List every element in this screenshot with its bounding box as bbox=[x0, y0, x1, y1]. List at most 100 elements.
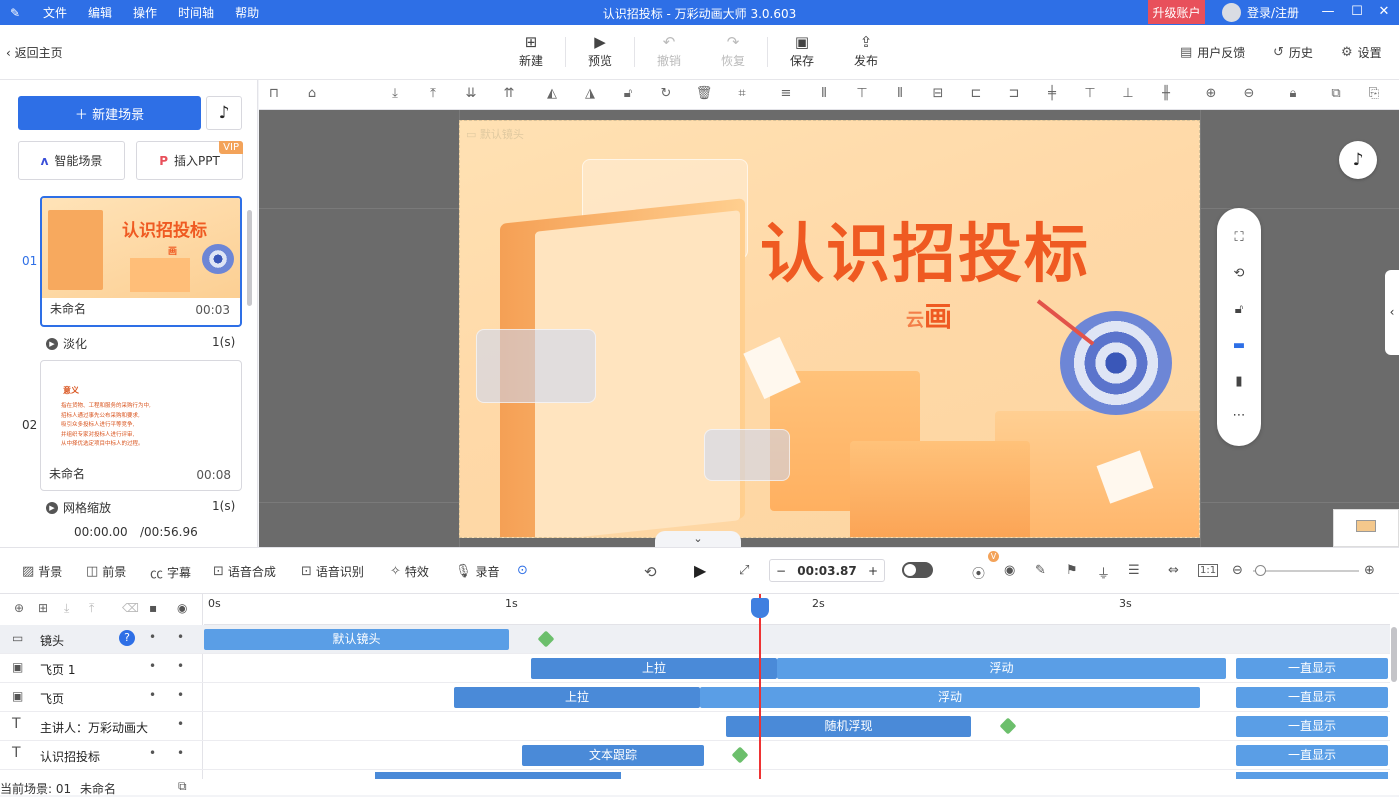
play-icon[interactable]: ▶ bbox=[694, 561, 706, 580]
upgrade-account-button[interactable]: 升级账户 bbox=[1148, 0, 1205, 24]
keyframe-add-icon[interactable] bbox=[731, 746, 749, 764]
signpost-icon[interactable]: ⚑ bbox=[1066, 563, 1078, 578]
visibility-dot[interactable]: • bbox=[177, 659, 184, 673]
help-icon[interactable]: ? bbox=[119, 630, 135, 646]
stage-title[interactable]: 认识招投标 bbox=[760, 203, 1090, 295]
delete-icon[interactable]: ⌫ bbox=[122, 601, 139, 615]
zoom-out-icon[interactable]: ⊖ bbox=[1232, 563, 1243, 578]
zoom-in-icon[interactable]: ⊕ bbox=[1364, 563, 1375, 578]
distribute-v-icon[interactable]: ⊟ bbox=[929, 86, 947, 101]
fit-screen-icon[interactable]: ⛶ bbox=[1217, 230, 1261, 245]
clip-emphasis[interactable]: 浮动 bbox=[700, 687, 1200, 708]
clip-entrance[interactable]: 上拉 bbox=[531, 658, 777, 679]
transition-01[interactable]: ▶ 淡化 bbox=[46, 335, 87, 352]
toggle-switch[interactable] bbox=[902, 562, 933, 578]
align-bottom-icon[interactable]: ⤓ bbox=[386, 86, 404, 101]
zoom-slider[interactable] bbox=[1253, 565, 1359, 576]
align-top-icon[interactable]: ⤒ bbox=[424, 86, 442, 101]
clip-entrance[interactable]: 上拉 bbox=[454, 687, 700, 708]
bring-down-icon[interactable]: ⇊ bbox=[462, 86, 480, 101]
lock-icon[interactable]: 🔓︎ bbox=[619, 86, 637, 101]
insert-ppt-button[interactable]: P 插入PPT VIP bbox=[136, 141, 243, 180]
distribute-h-icon[interactable]: ⫴ bbox=[891, 86, 909, 101]
rotate-icon[interactable]: ↻ bbox=[657, 86, 675, 101]
transition-02[interactable]: ▶ 网格缩放 bbox=[46, 499, 111, 516]
slider-knob[interactable] bbox=[1255, 565, 1266, 576]
replay-icon[interactable]: ⟲ bbox=[644, 563, 657, 581]
align-center-v-icon[interactable]: ⦀ bbox=[815, 86, 833, 101]
align-middle-icon[interactable]: ≡ bbox=[777, 86, 795, 101]
login-button[interactable]: 登录/注册 bbox=[1222, 3, 1299, 22]
record-button[interactable]: 🎙︎ 录音 bbox=[455, 563, 500, 580]
clip-partial[interactable] bbox=[1236, 772, 1388, 779]
edit-icon[interactable]: ✎ bbox=[1035, 563, 1046, 578]
stage[interactable]: ▭ 默认镜头 认识招投标 云画 bbox=[459, 120, 1200, 538]
copy-icon[interactable]: ⧉ bbox=[1327, 86, 1345, 101]
background-button[interactable]: ▨ 背景 bbox=[22, 563, 62, 580]
unlock-icon[interactable]: 🔒︎ bbox=[1284, 86, 1302, 101]
bring-up-icon[interactable]: ⇈ bbox=[500, 86, 518, 101]
ruler-icon[interactable]: ⊓ bbox=[265, 86, 283, 101]
add-file-icon[interactable]: ⊞ bbox=[38, 601, 48, 615]
zoom-in-icon[interactable]: ⊕ bbox=[1202, 86, 1220, 101]
clip-emphasis[interactable]: 浮动 bbox=[777, 658, 1226, 679]
flip-horizontal-icon[interactable]: ◭ bbox=[543, 86, 561, 101]
lock-dot[interactable]: • bbox=[149, 688, 156, 702]
fullscreen-icon[interactable]: ⤢ bbox=[739, 563, 749, 578]
undo-button[interactable]: ↶ 撤销 bbox=[646, 32, 692, 69]
smart-scene-button[interactable]: ʌ 智能场景 bbox=[18, 141, 125, 180]
menu-edit[interactable]: 编辑 bbox=[88, 4, 112, 21]
effects-button[interactable]: ✧ 特效 bbox=[390, 563, 429, 580]
decrement-icon[interactable]: − bbox=[776, 564, 786, 578]
visibility-dot[interactable]: • bbox=[177, 717, 184, 731]
subtitle-button[interactable]: ㏄字幕 bbox=[150, 563, 191, 582]
minimize-icon[interactable]: — bbox=[1318, 3, 1338, 21]
collapse-right-icon[interactable]: ‹ bbox=[1385, 270, 1399, 355]
align-left-icon[interactable]: ⊏ bbox=[967, 86, 985, 101]
track-row-title-text[interactable]: T 认识招投标 • • 文本跟踪 一直显示 bbox=[0, 741, 1390, 770]
align-center-h-icon[interactable]: ╪ bbox=[1043, 86, 1061, 101]
stage-subtitle[interactable]: 云画 bbox=[906, 295, 952, 335]
time-value[interactable]: 00:03.87 bbox=[797, 564, 856, 578]
distribute-top-icon[interactable]: ⊤ bbox=[853, 86, 871, 101]
track-row-presenter[interactable]: T 主讲人：万彩动画大 • 随机浮现 一直显示 bbox=[0, 712, 1390, 741]
paste-icon[interactable]: ⎘ bbox=[1365, 86, 1383, 101]
close-icon[interactable]: ✕ bbox=[1374, 3, 1394, 21]
preview-button[interactable]: ▶ 预览 bbox=[577, 32, 623, 69]
keyframe-add-icon[interactable] bbox=[537, 630, 555, 648]
menu-timeline[interactable]: 时间轴 bbox=[178, 4, 214, 21]
rotate-device-icon[interactable]: ⟲ bbox=[1217, 266, 1261, 281]
notes-icon[interactable]: ⧉ bbox=[178, 779, 187, 794]
fit-width-icon[interactable]: ⇔ bbox=[1168, 563, 1179, 578]
new-scene-button[interactable]: ＋ 新建场景 bbox=[18, 96, 201, 130]
filter-icon[interactable]: ⏚ bbox=[1097, 563, 1110, 582]
feedback-button[interactable]: ▤ 用户反馈 bbox=[1180, 44, 1245, 61]
scene-thumbnail-01[interactable]: 认识招投标 画 未命名 00:03 bbox=[40, 196, 242, 327]
clip-always-show[interactable]: 一直显示 bbox=[1236, 716, 1388, 737]
zoom-out-icon[interactable]: ⊖ bbox=[1240, 86, 1258, 101]
clip-entrance[interactable]: 文本跟踪 bbox=[522, 745, 704, 766]
keyframe-add-icon[interactable] bbox=[999, 717, 1017, 735]
track-row-camera[interactable]: ▭ 镜头 ? • • 默认镜头 bbox=[0, 625, 1390, 654]
align-right-icon[interactable]: ⊐ bbox=[1005, 86, 1023, 101]
lock-dot[interactable]: • bbox=[149, 659, 156, 673]
clip-always-show[interactable]: 一直显示 bbox=[1236, 745, 1388, 766]
bg-music-button[interactable]: ♪ bbox=[1339, 141, 1377, 179]
save-button[interactable]: ▣ 保存 bbox=[779, 32, 825, 69]
tts-button[interactable]: ⊡ 语音合成 bbox=[213, 563, 276, 580]
delete-icon[interactable]: 🗑︎ bbox=[695, 86, 713, 101]
home-icon[interactable]: ⌂ bbox=[303, 86, 321, 101]
visibility-dot[interactable]: • bbox=[177, 746, 184, 760]
track-row-flypage[interactable]: ▣ 飞页 • • 上拉 浮动 一直显示 bbox=[0, 683, 1390, 712]
track-row-flypage-1[interactable]: ▣ 飞页 1 • • 上拉 浮动 一直显示 bbox=[0, 654, 1390, 683]
unlock-icon[interactable]: 🔓︎ bbox=[1217, 302, 1261, 317]
clip-always-show[interactable]: 一直显示 bbox=[1236, 658, 1388, 679]
clip-entrance[interactable]: 随机浮现 bbox=[726, 716, 971, 737]
adjust-icon[interactable]: ☰ bbox=[1128, 563, 1140, 578]
clip-partial[interactable] bbox=[375, 772, 621, 779]
menu-help[interactable]: 帮助 bbox=[235, 4, 259, 21]
time-ruler[interactable]: 0s 1s 2s 3s bbox=[204, 594, 1390, 625]
ratio-button[interactable]: 1:1 bbox=[1198, 564, 1219, 577]
new-button[interactable]: ⊞ 新建 bbox=[508, 32, 554, 69]
redo-button[interactable]: ↷ 恢复 bbox=[710, 32, 756, 69]
